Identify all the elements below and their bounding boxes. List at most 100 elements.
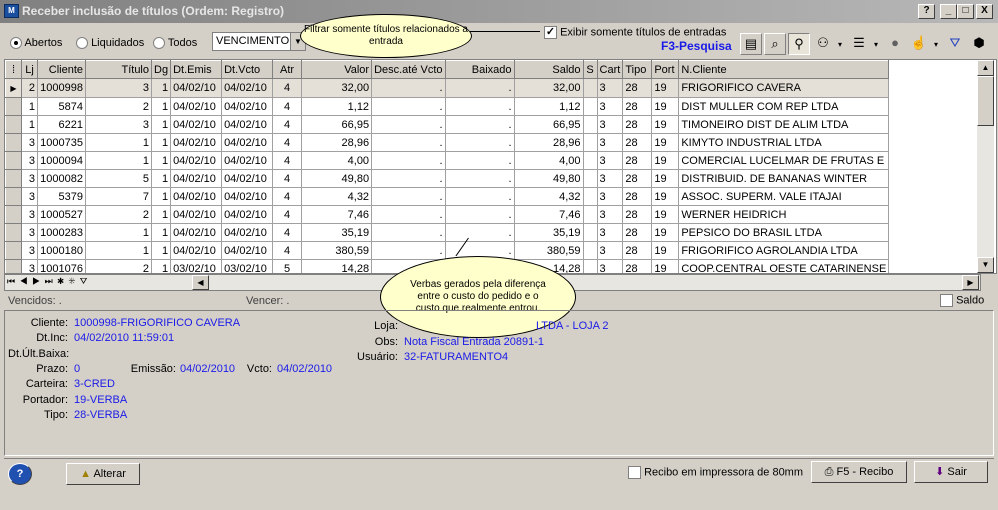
scroll-up-icon[interactable]: ▲ — [977, 60, 994, 76]
table-row[interactable]: ▶ 2 1000998 3 1 04/02/10 04/02/10 4 32,00.. 32,00… — [5, 78, 890, 98]
radio-abertos-dot[interactable] — [10, 37, 22, 50]
table-cell[interactable]: 3 — [596, 169, 624, 188]
table-cell[interactable]: 66,95 — [513, 115, 584, 134]
column-header[interactable]: N.Cliente — [678, 60, 890, 79]
table-cell[interactable]: 04/02/10 — [170, 78, 223, 98]
table-cell[interactable]: . — [371, 223, 446, 242]
row-indicator[interactable] — [5, 115, 22, 134]
dropdown-arrow-icon[interactable]: ▾ — [874, 40, 878, 49]
table-cell[interactable]: ASSOC. SUPERM. VALE ITAJAI — [678, 187, 890, 206]
column-header[interactable]: Saldo — [513, 60, 584, 79]
table-cell[interactable]: 4 — [272, 133, 303, 152]
table-cell[interactable]: 28 — [622, 151, 653, 170]
table-cell[interactable]: 19 — [651, 151, 680, 170]
table-cell[interactable]: 19 — [651, 97, 680, 116]
table-cell[interactable]: 04/02/10 — [170, 97, 223, 116]
table-cell[interactable]: 1 — [150, 151, 172, 170]
table-row[interactable]: 3 1000283 1 1 04/02/10 04/02/10 4 35,19.. 35,19 3… — [5, 223, 890, 242]
table-cell[interactable]: 49,80 — [301, 169, 373, 188]
table-cell[interactable]: 3 — [21, 223, 38, 242]
table-cell[interactable]: 2 — [85, 205, 152, 224]
table-cell[interactable]: 28 — [622, 97, 653, 116]
table-cell[interactable]: . — [371, 133, 446, 152]
search-icon[interactable]: ⌕ — [764, 33, 786, 55]
minimize-button[interactable]: _ — [940, 4, 957, 19]
table-cell[interactable]: 03/02/10 — [221, 259, 274, 273]
radio-liquidados-dot[interactable] — [76, 37, 88, 50]
scroll-right-icon[interactable]: ▶ — [962, 275, 979, 290]
table-cell[interactable]: 4,00 — [301, 151, 373, 170]
table-cell[interactable]: 03/02/10 — [170, 259, 223, 273]
table-cell[interactable]: 4 — [272, 115, 303, 134]
table-cell[interactable]: 19 — [651, 133, 680, 152]
table-cell[interactable] — [582, 259, 598, 273]
table-cell[interactable]: 28,96 — [301, 133, 373, 152]
table-cell[interactable]: 32,00 — [513, 78, 584, 98]
table-cell[interactable]: 14,28 — [301, 259, 373, 273]
table-cell[interactable]: 3 — [21, 205, 38, 224]
table-cell[interactable]: 3 — [21, 187, 38, 206]
table-cell[interactable]: . — [371, 115, 446, 134]
table-cell[interactable]: 1 — [85, 133, 152, 152]
table-cell[interactable]: 19 — [651, 78, 680, 98]
table-cell[interactable]: COMERCIAL LUCELMAR DE FRUTAS E — [678, 151, 890, 170]
table-row[interactable]: 3 1000082 5 1 04/02/10 04/02/10 4 49,80.. 49,80 3… — [5, 169, 890, 188]
table-cell[interactable]: 28 — [622, 133, 653, 152]
table-cell[interactable]: 1 — [85, 241, 152, 260]
table-cell[interactable]: 3 — [85, 115, 152, 134]
table-cell[interactable]: 04/02/10 — [221, 78, 274, 98]
column-header[interactable]: Cliente — [37, 60, 86, 79]
table-cell[interactable]: 28,96 — [513, 133, 584, 152]
table-cell[interactable]: 1 — [150, 223, 172, 242]
table-row[interactable]: 3 1000094 1 1 04/02/10 04/02/10 4 4,00.. 4,00 3 28… — [5, 151, 890, 170]
scroll-left-icon[interactable]: ◀ — [192, 275, 209, 290]
table-cell[interactable]: 5379 — [37, 187, 86, 206]
table-cell[interactable]: 28 — [622, 259, 653, 273]
table-cell[interactable]: . — [444, 151, 515, 170]
order-select[interactable]: VENCIMENTO ▼ — [212, 32, 306, 51]
table-cell[interactable]: 3 — [21, 169, 38, 188]
cube-icon[interactable]: ⬢ — [968, 33, 990, 55]
column-header[interactable]: Desc.até Vcto — [371, 60, 446, 79]
table-cell[interactable]: 5 — [272, 259, 303, 273]
table-cell[interactable]: 04/02/10 — [170, 115, 223, 134]
table-cell[interactable]: 04/02/10 — [170, 223, 223, 242]
table-cell[interactable]: 4 — [272, 241, 303, 260]
table-cell[interactable]: 3 — [596, 97, 624, 116]
table-cell[interactable]: 3 — [596, 115, 624, 134]
table-cell[interactable]: 04/02/10 — [221, 151, 274, 170]
table-cell[interactable]: TIMONEIRO DIST DE ALIM LTDA — [678, 115, 890, 134]
table-cell[interactable]: 3 — [596, 133, 624, 152]
record-navigator[interactable]: ⏮ ◀ ▶ ⏭ ✱ ✳ ⛛ — [7, 276, 88, 287]
row-indicator[interactable] — [5, 187, 22, 206]
help-button[interactable]: ? — [8, 463, 32, 485]
table-cell[interactable]: 28 — [622, 241, 653, 260]
table-cell[interactable]: . — [444, 187, 515, 206]
scroll-thumb[interactable] — [977, 76, 994, 126]
table-cell[interactable]: PEPSICO DO BRASIL LTDA — [678, 223, 890, 242]
recibo-80mm-checkbox[interactable]: Recibo em impressora de 80mm — [628, 466, 803, 479]
column-header[interactable]: Dg — [150, 60, 172, 79]
table-cell[interactable]: 19 — [651, 115, 680, 134]
table-cell[interactable]: 35,19 — [301, 223, 373, 242]
table-cell[interactable]: 1 — [150, 241, 172, 260]
table-cell[interactable] — [582, 78, 598, 98]
alterar-button[interactable]: ▲ Alterar — [66, 463, 140, 485]
table-cell[interactable]: . — [371, 241, 446, 260]
table-cell[interactable]: 1000094 — [37, 151, 86, 170]
table-cell[interactable]: 2 — [85, 259, 152, 273]
table-cell[interactable]: 1001076 — [37, 259, 86, 273]
table-cell[interactable]: 04/02/10 — [221, 169, 274, 188]
people-icon[interactable]: ⚇ — [812, 33, 834, 55]
filter-icon[interactable]: ⛛ — [944, 33, 966, 55]
table-cell[interactable]: . — [444, 97, 515, 116]
table-cell[interactable]: 3 — [21, 133, 38, 152]
filter-entradas-checkbox[interactable]: ✓ Exibir somente títulos de entradas — [544, 26, 726, 39]
table-cell[interactable]: 3 — [596, 78, 624, 98]
table-cell[interactable]: 4 — [272, 97, 303, 116]
table-cell[interactable]: 1 — [150, 133, 172, 152]
table-cell[interactable]: 04/02/10 — [170, 151, 223, 170]
table-cell[interactable]: . — [444, 133, 515, 152]
table-cell[interactable]: 1000527 — [37, 205, 86, 224]
table-cell[interactable]: 4 — [272, 205, 303, 224]
